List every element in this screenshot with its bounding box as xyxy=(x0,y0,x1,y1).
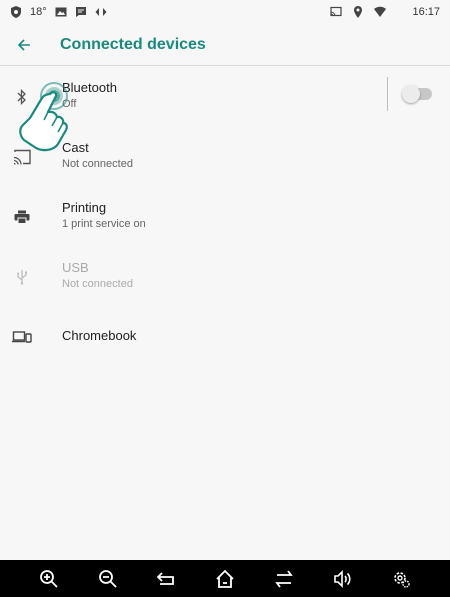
system-nav-bar xyxy=(0,560,450,597)
zoom-out-icon xyxy=(98,569,117,588)
item-title: Cast xyxy=(62,140,89,155)
nav-back-button[interactable] xyxy=(152,565,180,593)
volume-button[interactable] xyxy=(328,565,356,593)
settings-icon xyxy=(393,571,410,588)
cast-status-icon xyxy=(330,6,343,17)
back-button[interactable] xyxy=(0,24,48,66)
temperature-text: 18° xyxy=(30,6,47,18)
message-icon xyxy=(75,7,86,17)
home-icon xyxy=(216,569,234,588)
status-right: 16:17 xyxy=(330,6,440,18)
item-subtitle: Not connected xyxy=(62,278,133,290)
code-icon xyxy=(95,8,107,16)
zoom-out-button[interactable] xyxy=(94,565,122,593)
printer-icon xyxy=(10,205,34,229)
status-bar: 18° 16:17 xyxy=(0,0,450,24)
app-bar: Connected devices xyxy=(0,24,450,66)
zoom-in-icon xyxy=(40,569,58,588)
zoom-in-button[interactable] xyxy=(35,565,63,593)
list-item-bluetooth[interactable]: Bluetooth Off xyxy=(0,67,450,127)
status-left: 18° xyxy=(10,6,107,18)
item-title: USB xyxy=(62,260,89,275)
bluetooth-text: Bluetooth Off xyxy=(62,80,117,111)
bluetooth-icon xyxy=(10,85,34,109)
page-title: Connected devices xyxy=(60,35,206,53)
arrow-back-icon xyxy=(17,38,30,51)
item-title: Printing xyxy=(62,200,107,215)
item-subtitle: Off xyxy=(62,98,77,110)
usb-icon xyxy=(10,265,34,289)
item-subtitle: 1 print service on xyxy=(62,218,146,230)
device-list: Bluetooth Off Cast Not connected Printin… xyxy=(0,67,450,367)
image-icon xyxy=(55,7,67,17)
item-title: Chromebook xyxy=(62,328,137,343)
bluetooth-toggle[interactable] xyxy=(402,85,432,103)
chromebook-text: Chromebook xyxy=(62,328,136,344)
list-item-chromebook[interactable]: Chromebook xyxy=(0,307,450,367)
chromebook-icon xyxy=(10,325,34,349)
switch-divider xyxy=(387,77,388,111)
item-subtitle: Not connected xyxy=(62,158,133,170)
shield-icon xyxy=(11,6,21,18)
list-item-cast[interactable]: Cast Not connected xyxy=(0,127,450,187)
recents-icon xyxy=(274,569,293,588)
wifi-icon xyxy=(374,6,387,17)
nav-settings-button[interactable] xyxy=(387,565,415,593)
volume-icon xyxy=(334,569,351,588)
printing-text: Printing 1 print service on xyxy=(62,200,146,231)
back-icon xyxy=(157,571,175,585)
location-icon xyxy=(354,6,363,18)
item-title: Bluetooth xyxy=(62,80,117,95)
cast-icon xyxy=(10,145,34,169)
list-item-usb: USB Not connected xyxy=(0,247,450,307)
clock: 16:17 xyxy=(412,6,440,18)
usb-text: USB Not connected xyxy=(62,260,133,291)
nav-home-button[interactable] xyxy=(211,565,239,593)
cast-text: Cast Not connected xyxy=(62,140,133,171)
list-item-printing[interactable]: Printing 1 print service on xyxy=(0,187,450,247)
nav-recents-button[interactable] xyxy=(270,565,298,593)
toggle-knob xyxy=(402,85,420,103)
